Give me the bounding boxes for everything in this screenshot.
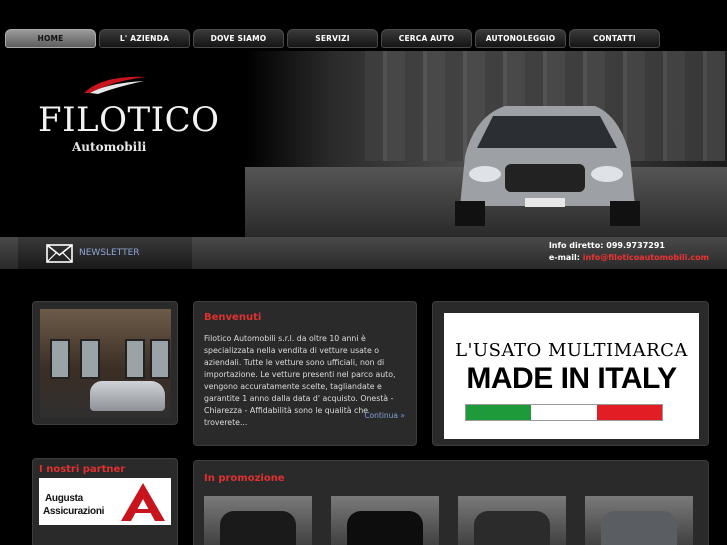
nav-contatti[interactable]: CONTATTI: [569, 29, 660, 48]
showroom-photo: [40, 309, 171, 418]
nav-dove-siamo[interactable]: DOVE SIAMO: [193, 29, 284, 48]
promo-box: In promozione: [193, 460, 709, 545]
banner-line1: L'USATO MULTIMARCA: [455, 340, 688, 361]
promo-item[interactable]: [204, 496, 312, 545]
logo-subtitle: Automobili: [72, 140, 147, 154]
logo-title[interactable]: FILOTICO: [38, 100, 219, 140]
newsletter-button[interactable]: NEWSLETTER: [18, 237, 192, 269]
partner-box: I nostri partner Augusta Assicurazioni: [32, 458, 178, 545]
nav-azienda[interactable]: L' AZIENDA: [99, 29, 190, 48]
info-bar: NEWSLETTER Info diretto: 099.9737291 e-m…: [0, 237, 727, 269]
partner-title: I nostri partner: [39, 464, 126, 475]
welcome-title: Benvenuti: [204, 312, 262, 323]
nav-servizi[interactable]: SERVIZI: [287, 29, 378, 48]
header-banner: FILOTICO Automobili: [0, 51, 727, 237]
promo-title: In promozione: [204, 473, 285, 484]
promo-item[interactable]: [585, 496, 693, 545]
continue-link[interactable]: Continua »: [364, 411, 405, 420]
newsletter-label: NEWSLETTER: [79, 248, 140, 258]
showroom-photo-box: [32, 301, 178, 425]
phone-number: 099.9737291: [606, 241, 665, 250]
header-car-photo: [245, 51, 727, 237]
mail-icon: [46, 243, 73, 263]
promo-item[interactable]: [331, 496, 439, 545]
nav-home[interactable]: HOME: [5, 29, 96, 48]
email-link[interactable]: info@filoticoautomobili.com: [583, 253, 709, 262]
made-in-italy-banner: L'USATO MULTIMARCA MADE IN ITALY: [444, 313, 699, 439]
contact-info: Info diretto: 099.9737291 e-mail: info@f…: [548, 241, 709, 262]
augusta-logo-icon: [121, 483, 165, 521]
banner-line2: MADE IN ITALY: [466, 362, 677, 395]
nav-cerca-auto[interactable]: CERCA AUTO: [381, 29, 472, 48]
logo-swoosh-icon: [84, 76, 146, 94]
welcome-box: Benvenuti Filotico Automobili s.r.l. da …: [193, 301, 417, 446]
nav-autonoleggio[interactable]: AUTONOLEGGIO: [475, 29, 566, 48]
italian-flag-icon: [465, 404, 663, 421]
made-in-italy-box: L'USATO MULTIMARCA MADE IN ITALY: [432, 301, 709, 446]
promo-item[interactable]: [458, 496, 566, 545]
partner-logo[interactable]: Augusta Assicurazioni: [39, 478, 171, 525]
main-nav: HOME L' AZIENDA DOVE SIAMO SERVIZI CERCA…: [5, 29, 660, 48]
car-image: [455, 106, 640, 226]
promo-list: [204, 496, 693, 545]
